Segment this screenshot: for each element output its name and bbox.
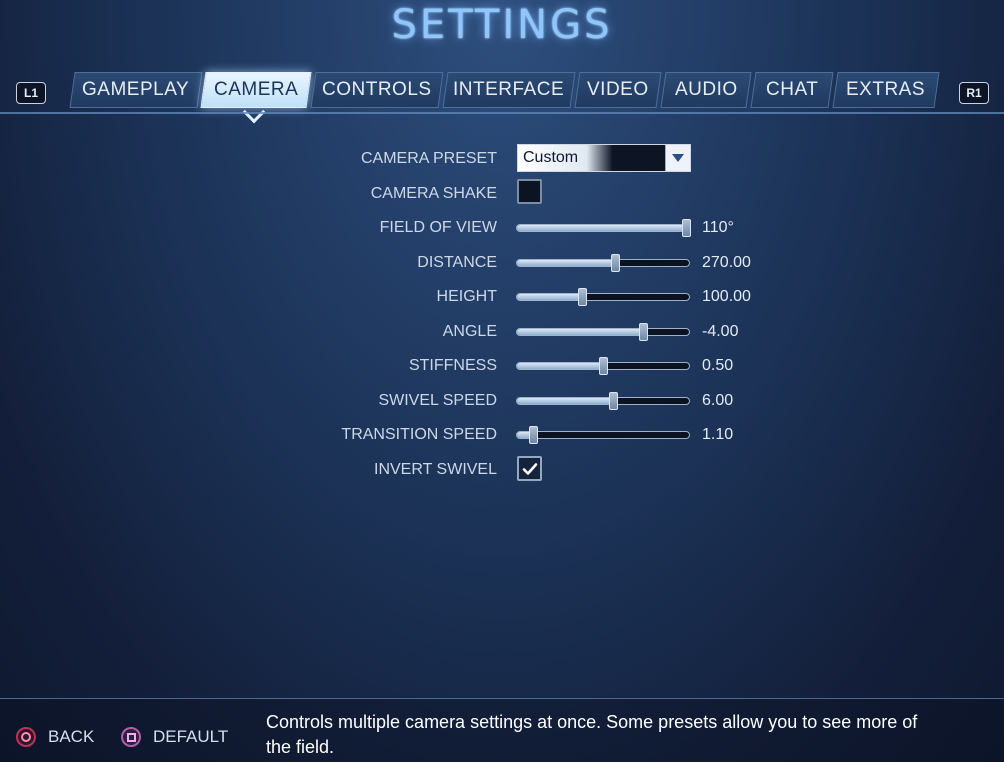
invert-swivel-label: INVERT SWIVEL [374, 461, 497, 478]
bumper-r1[interactable]: R1 [959, 82, 989, 104]
camera-shake-checkbox[interactable] [517, 179, 542, 204]
default-label: DEFAULT [153, 727, 229, 746]
tab-label: AUDIO [674, 79, 738, 100]
slider-thumb[interactable] [682, 219, 691, 237]
slider-fill [517, 329, 645, 335]
swivel-speed-value: 6.00 [702, 392, 734, 409]
field-of-view-label: FIELD OF VIEW [379, 219, 497, 236]
height-label: HEIGHT [436, 288, 497, 305]
slider-track [516, 293, 690, 301]
default-button[interactable]: DEFAULT [121, 727, 228, 747]
slider-fill [517, 398, 615, 404]
slider-thumb[interactable] [599, 357, 608, 375]
tab-audio[interactable]: AUDIO [660, 72, 752, 108]
slider-thumb[interactable] [578, 288, 588, 306]
slider-thumb[interactable] [639, 323, 649, 341]
stiffness-value: 0.50 [702, 357, 734, 374]
angle-label: ANGLE [442, 323, 497, 340]
slider-thumb[interactable] [609, 392, 619, 410]
swivel-speed-label: SWIVEL SPEED [378, 392, 497, 409]
slider-track [516, 431, 690, 439]
footer-divider [0, 698, 1004, 699]
tab-label: GAMEPLAY [82, 79, 190, 100]
square-button-icon [121, 727, 141, 747]
tab-chat[interactable]: CHAT [750, 72, 834, 108]
field-of-view-value: 110° [702, 219, 734, 236]
distance-label: DISTANCE [417, 254, 497, 271]
camera-shake-label: CAMERA SHAKE [370, 185, 497, 202]
swivel-speed-slider[interactable] [516, 392, 692, 410]
stiffness-slider[interactable] [516, 357, 692, 375]
slider-track [516, 259, 690, 267]
slider-thumb[interactable] [529, 426, 539, 444]
transition-speed-slider[interactable] [516, 426, 692, 444]
camera-preset-label: CAMERA PRESET [360, 150, 497, 167]
tab-label: EXTRAS [846, 79, 926, 100]
slider-track [516, 224, 690, 232]
slider-track [516, 328, 690, 336]
height-value: 100.00 [702, 288, 751, 305]
checkmark-icon [522, 462, 537, 475]
back-label: BACK [48, 727, 95, 746]
slider-thumb[interactable] [611, 254, 621, 272]
tab-video[interactable]: VIDEO [574, 72, 662, 108]
tab-label: CAMERA [213, 79, 299, 100]
transition-speed-label: TRANSITION SPEED [341, 426, 497, 443]
invert-swivel-checkbox[interactable] [517, 456, 542, 481]
page-title: SETTINGS [391, 2, 613, 48]
tab-divider [0, 112, 1004, 114]
height-slider[interactable] [516, 288, 692, 306]
bumper-l1[interactable]: L1 [16, 82, 46, 104]
tab-gameplay[interactable]: GAMEPLAY [69, 72, 203, 108]
slider-fill [517, 294, 584, 300]
chevron-down-icon[interactable] [665, 145, 690, 171]
tab-label: INTERFACE [453, 79, 565, 100]
slider-fill [517, 260, 617, 266]
tab-extras[interactable]: EXTRAS [832, 72, 940, 108]
slider-fill [517, 363, 604, 369]
angle-value: -4.00 [702, 323, 739, 340]
distance-slider[interactable] [516, 254, 692, 272]
slider-fill [517, 225, 687, 231]
tab-label: CONTROLS [322, 79, 432, 100]
setting-description: Controls multiple camera settings at onc… [266, 712, 918, 757]
slider-track [516, 397, 690, 405]
circle-button-icon [16, 727, 36, 747]
stiffness-label: STIFFNESS [408, 357, 497, 374]
tab-interface[interactable]: INTERFACE [442, 72, 576, 108]
camera-preset-dropdown[interactable]: Custom [517, 144, 691, 172]
angle-slider[interactable] [516, 323, 692, 341]
distance-value: 270.00 [702, 254, 751, 271]
transition-speed-value: 1.10 [702, 426, 734, 443]
tab-label: CHAT [765, 79, 819, 100]
field-of-view-slider[interactable] [516, 219, 692, 237]
tab-label: VIDEO [587, 79, 649, 100]
camera-preset-value: Custom [523, 149, 579, 166]
back-button[interactable]: BACK [16, 727, 94, 747]
tab-controls[interactable]: CONTROLS [310, 72, 444, 108]
